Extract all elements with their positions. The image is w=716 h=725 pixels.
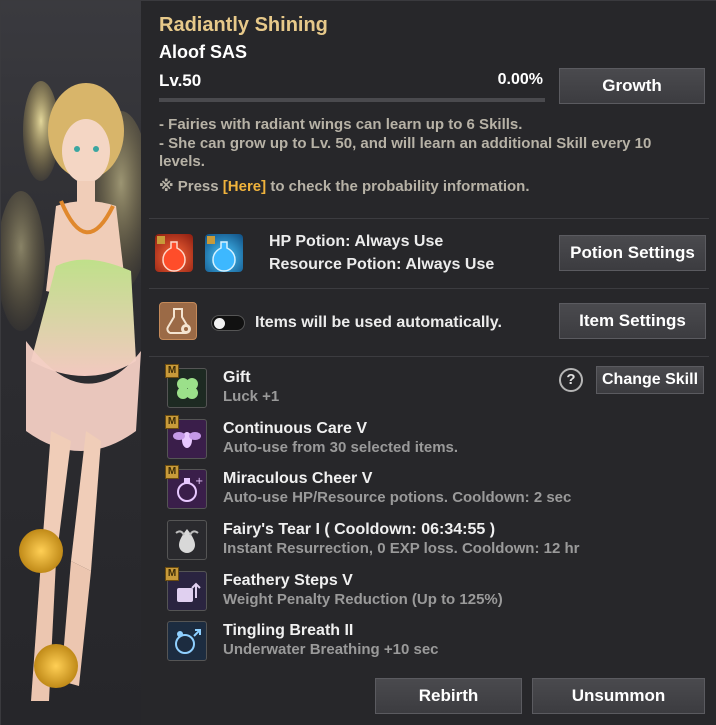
skill-desc: Underwater Breathing +10 sec bbox=[223, 641, 439, 658]
resource-potion-icon bbox=[205, 234, 243, 272]
skill-name: Tingling Breath II bbox=[223, 622, 354, 639]
rebirth-button[interactable]: Rebirth bbox=[375, 678, 522, 714]
skill-desc: Instant Resurrection, 0 EXP loss. Cooldo… bbox=[223, 540, 580, 557]
probability-info-line: ※ Press [Here] to check the probability … bbox=[159, 177, 530, 195]
skill-desc: Weight Penalty Reduction (Up to 125%) bbox=[223, 591, 503, 608]
hp-potion-label: HP Potion: Always Use bbox=[269, 233, 444, 250]
skill-name: Gift bbox=[223, 369, 251, 386]
description-line: - She can grow up to Lv. 50, and will le… bbox=[159, 135, 652, 152]
skill-badge: M bbox=[165, 567, 179, 581]
item-settings-button[interactable]: Item Settings bbox=[559, 303, 706, 339]
exp-percent: 0.00% bbox=[497, 71, 543, 88]
fairy-illustration bbox=[1, 81, 141, 701]
skill-name: Miraculous Cheer V bbox=[223, 470, 373, 487]
skill-badge: M bbox=[165, 415, 179, 429]
skill-desc: Luck +1 bbox=[223, 388, 280, 405]
resource-potion-label: Resource Potion: Always Use bbox=[269, 256, 495, 273]
growth-button[interactable]: Growth bbox=[559, 68, 705, 104]
skill-row: Tingling Breath II Underwater Breathing … bbox=[167, 621, 687, 665]
skill-row: Fairy's Tear I ( Cooldown: 06:34:55 ) In… bbox=[167, 520, 687, 564]
skill-row: M Continuous Care V Auto-use from 30 sel… bbox=[165, 415, 687, 463]
tear-icon bbox=[167, 520, 207, 560]
description-line: levels. bbox=[159, 153, 205, 170]
toggle-knob bbox=[214, 318, 225, 329]
description-line: - Fairies with radiant wings can learn u… bbox=[159, 116, 523, 133]
divider bbox=[149, 218, 709, 219]
skill-desc: Auto-use HP/Resource potions. Cooldown: … bbox=[223, 489, 572, 506]
fairy-details-panel: Radiantly Shining Aloof SAS Lv.50 0.00% … bbox=[141, 1, 716, 725]
skill-name: Fairy's Tear I ( Cooldown: 06:34:55 ) bbox=[223, 521, 496, 538]
divider bbox=[149, 288, 709, 289]
exp-bar bbox=[159, 98, 545, 102]
divider bbox=[149, 356, 709, 357]
skill-row: M Gift Luck +1 bbox=[165, 364, 687, 412]
probability-info-link[interactable]: [Here] bbox=[223, 178, 266, 195]
skill-badge: M bbox=[165, 364, 179, 378]
skill-name: Feathery Steps V bbox=[223, 572, 353, 589]
skill-name: Continuous Care V bbox=[223, 420, 368, 437]
skill-badge: M bbox=[165, 465, 179, 479]
skill-desc: Auto-use from 30 selected items. bbox=[223, 439, 459, 456]
probability-info-prefix: ※ Press bbox=[159, 178, 223, 195]
potion-settings-button[interactable]: Potion Settings bbox=[559, 235, 706, 271]
unsummon-button[interactable]: Unsummon bbox=[532, 678, 705, 714]
hp-potion-icon bbox=[155, 234, 193, 272]
fairy-level: Lv.50 bbox=[159, 71, 202, 90]
probability-info-suffix: to check the probability information. bbox=[266, 178, 530, 195]
fairy-info-window: Radiantly Shining Aloof SAS Lv.50 0.00% … bbox=[0, 0, 716, 725]
skill-row: M Feathery Steps V Weight Penalty Reduct… bbox=[165, 567, 687, 615]
auto-use-text: Items will be used automatically. bbox=[255, 314, 502, 331]
breath-icon bbox=[167, 621, 207, 661]
svg-text:+: + bbox=[195, 476, 203, 487]
auto-use-toggle[interactable] bbox=[211, 315, 245, 331]
skill-row: + M Miraculous Cheer V Auto-use HP/Resou… bbox=[165, 465, 687, 513]
fairy-portrait bbox=[1, 1, 141, 725]
item-flask-gear-icon bbox=[159, 302, 197, 340]
fairy-name: Aloof SAS bbox=[159, 42, 247, 62]
fairy-title: Radiantly Shining bbox=[159, 14, 328, 36]
